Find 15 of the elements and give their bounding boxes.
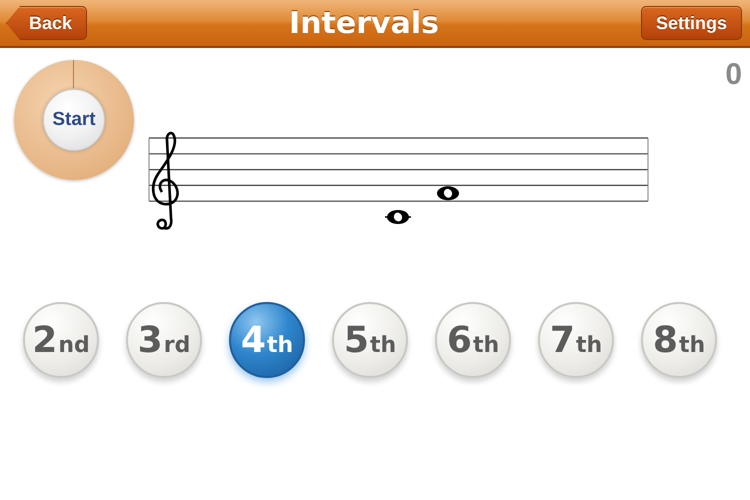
treble-clef-icon: [152, 132, 179, 230]
interval-button[interactable]: 4th: [229, 302, 305, 378]
interval-button[interactable]: 2 nd: [23, 302, 99, 378]
interval-button[interactable]: 5th: [332, 302, 408, 378]
whole-note: [437, 186, 459, 200]
start-button[interactable]: Start: [43, 89, 105, 151]
interval-button[interactable]: 7th: [538, 302, 614, 378]
screen-title: Intervals: [289, 6, 439, 40]
score-counter: 0: [725, 58, 742, 92]
settings-button[interactable]: Settings: [640, 6, 742, 40]
interval-button[interactable]: 8th: [641, 302, 717, 378]
interval-button[interactable]: 3 rd: [126, 302, 202, 378]
back-button[interactable]: Back: [6, 6, 88, 40]
whole-note: [385, 210, 411, 224]
interval-button[interactable]: 6th: [435, 302, 511, 378]
